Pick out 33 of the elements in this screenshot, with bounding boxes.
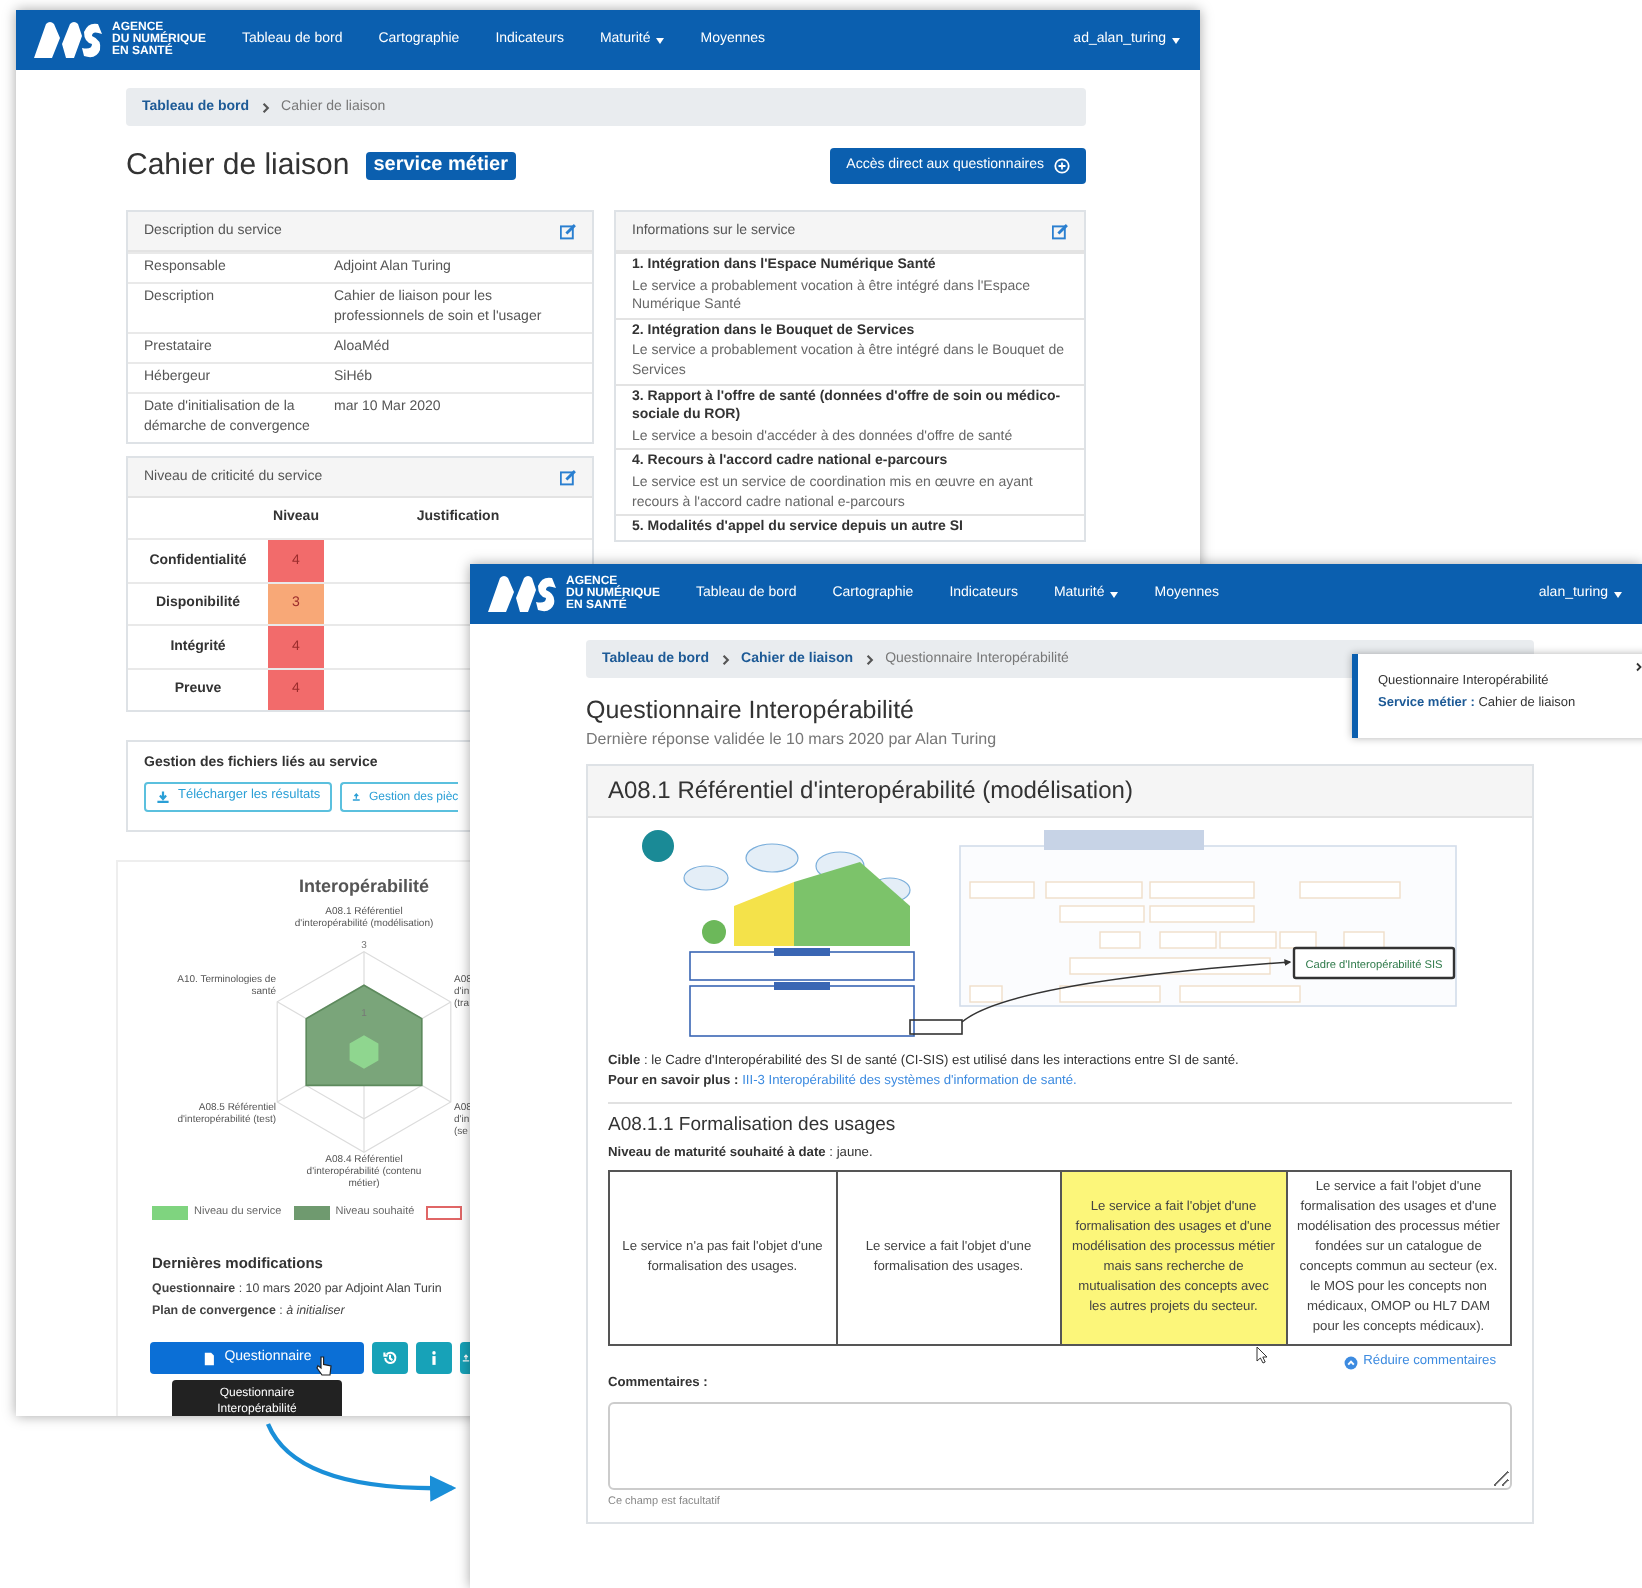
- hand-cursor-icon: [316, 1356, 332, 1376]
- plus-circle-icon: [1054, 158, 1070, 174]
- cursor-icon: [1256, 1346, 1268, 1364]
- info-button[interactable]: [416, 1342, 452, 1374]
- service-level-area: [349, 1035, 379, 1069]
- upload-icon: [352, 790, 361, 805]
- info-icon: [426, 1350, 442, 1366]
- logo-icon: [486, 574, 558, 614]
- download-icon: [156, 790, 170, 805]
- chevron-right-icon: [259, 101, 272, 113]
- history-icon: [382, 1350, 398, 1366]
- edit-icon[interactable]: [1052, 223, 1068, 239]
- service-type-tag: service métier: [365, 152, 517, 180]
- page-subtitle: Dernière réponse validée le 10 mars 2020 par Alan Turing: [586, 730, 999, 752]
- caret-icon: [1172, 37, 1180, 43]
- chevron-right-icon[interactable]: [1634, 662, 1642, 672]
- edit-icon[interactable]: [560, 223, 576, 239]
- history-button[interactable]: [372, 1342, 408, 1374]
- file-icon: [202, 1351, 217, 1365]
- target-level-area: [305, 984, 423, 1087]
- comments-field[interactable]: [608, 1401, 1512, 1490]
- upload-button[interactable]: [460, 1342, 470, 1374]
- page-title: Questionnaire Interopérabilité: [586, 696, 914, 726]
- subsection-title: A08.1.1 Formalisation des usages: [608, 1113, 898, 1136]
- chevron-right-icon: [719, 653, 732, 665]
- logo-icon: [32, 20, 104, 60]
- caret-icon: [1614, 591, 1622, 597]
- chevron-up-circle-icon: [1343, 1355, 1358, 1370]
- question-title: A08.1 Référentiel d'interopérabilité (modélisation): [588, 765, 1532, 818]
- chevron-right-icon: [863, 653, 876, 665]
- edit-icon[interactable]: [560, 469, 576, 485]
- page-title: Cahier de liaison: [126, 148, 350, 184]
- chart-title: Interopérabilité: [296, 874, 431, 899]
